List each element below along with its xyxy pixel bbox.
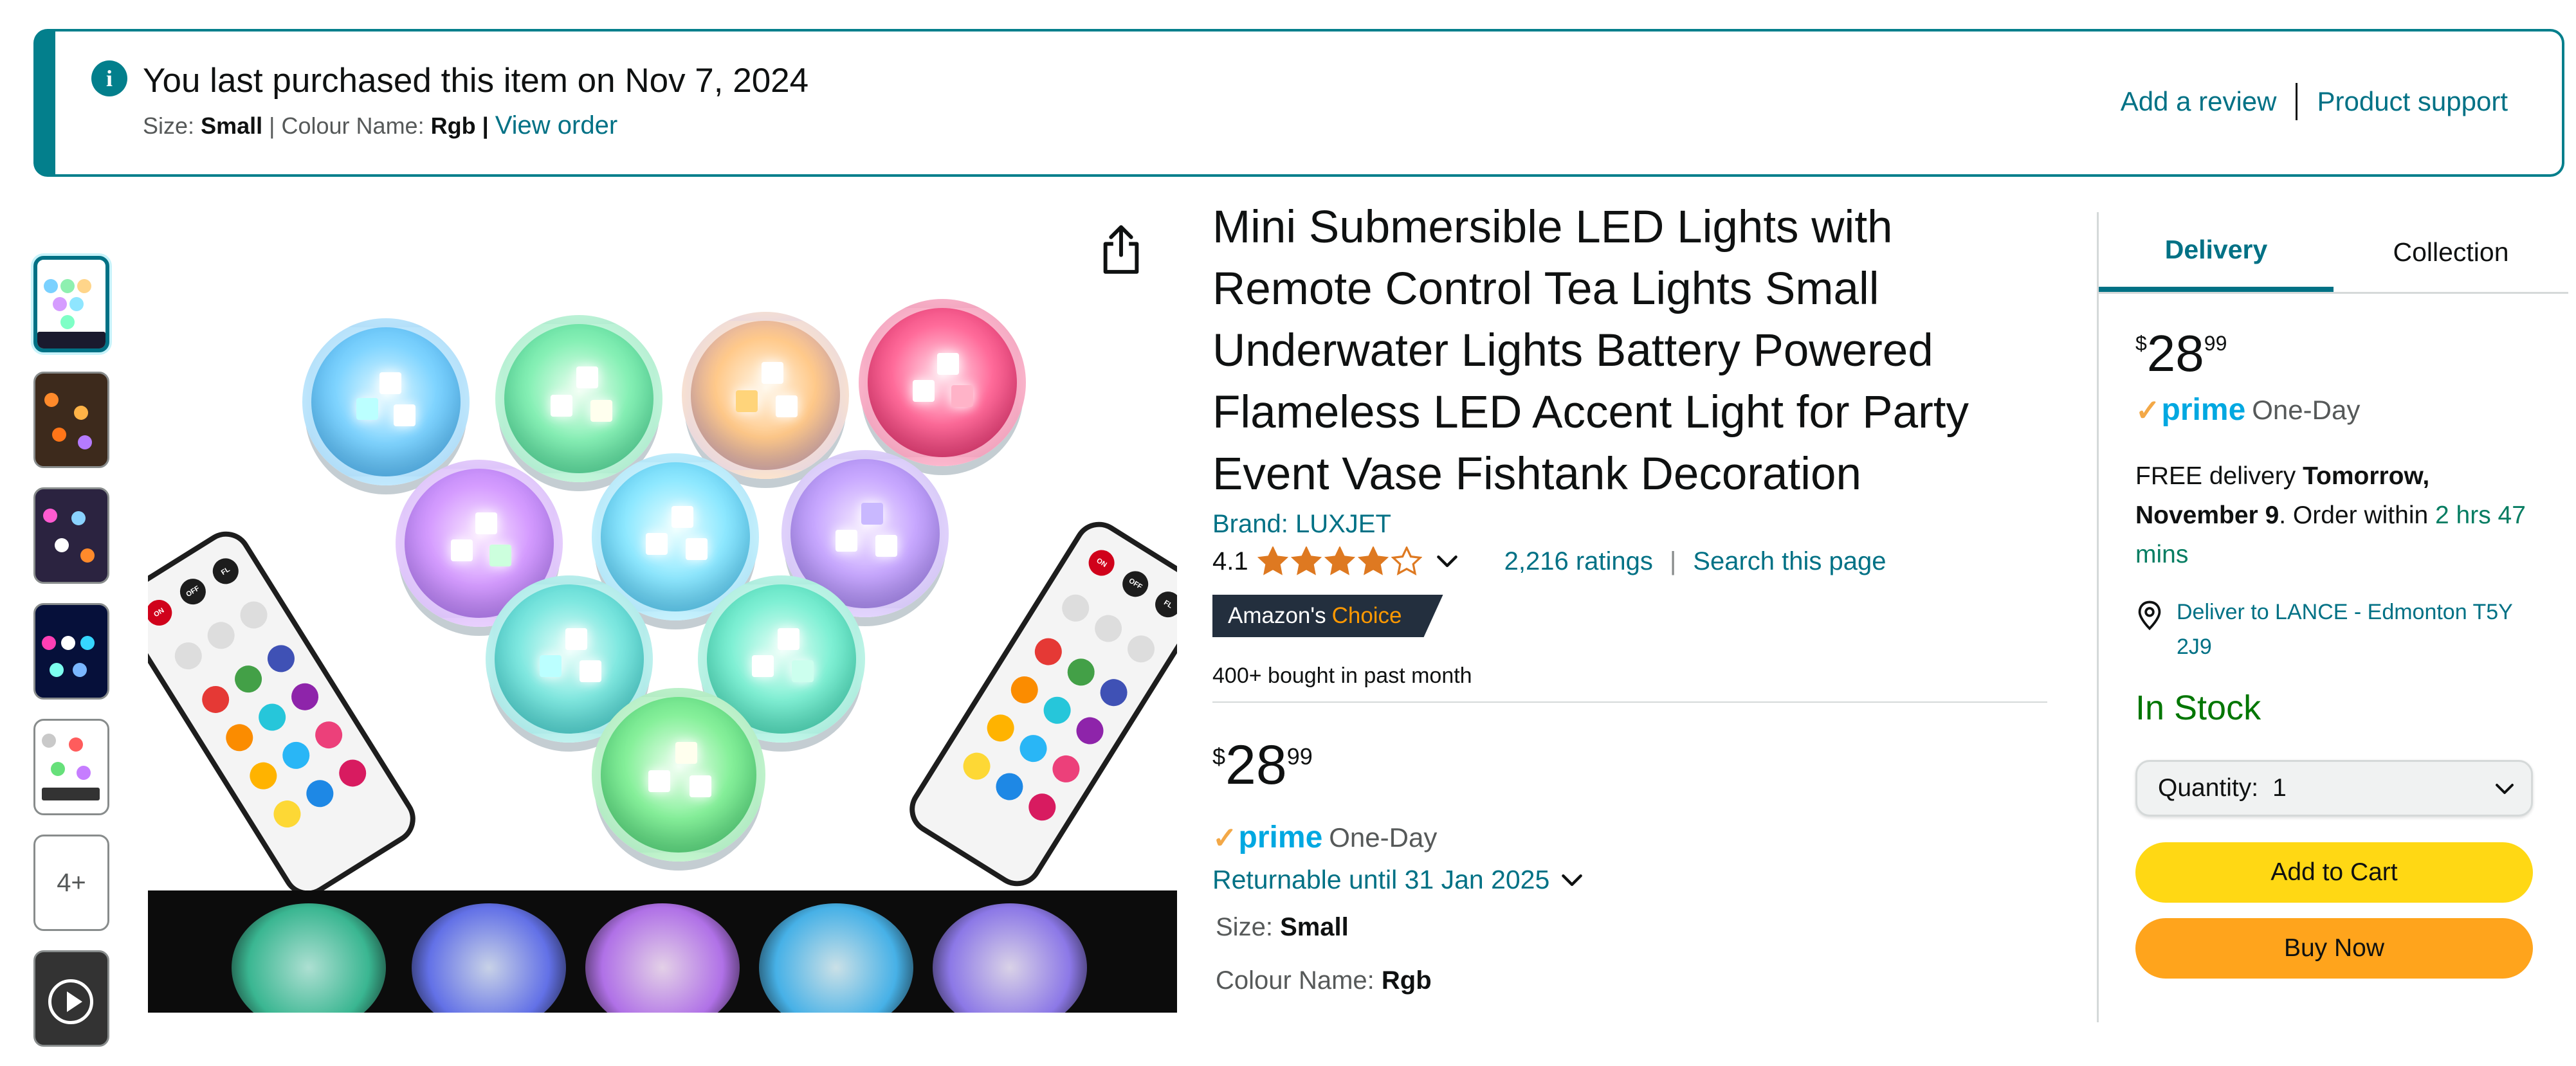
view-order-link[interactable]: View order xyxy=(495,111,617,140)
info-icon: i xyxy=(91,60,127,96)
star-empty-icon xyxy=(1391,547,1422,576)
image-thumbnails: 4+ xyxy=(33,256,120,1066)
delivery-message: FREE delivery Tomorrow, November 9. Orde… xyxy=(2135,456,2547,574)
thumbnail-4[interactable] xyxy=(33,603,109,700)
size-selector: Size: Small xyxy=(1216,913,1349,942)
size-value: Small xyxy=(201,113,263,139)
thumbnail-5[interactable] xyxy=(33,719,109,815)
add-to-cart-button[interactable]: Add to Cart xyxy=(2135,842,2533,903)
prime-check-icon: ✓ xyxy=(2135,393,2160,427)
prime-speed: One-Day xyxy=(1329,822,1438,853)
prime-label: prime xyxy=(1238,820,1323,854)
returnable-link[interactable]: Returnable until 31 Jan 2025 xyxy=(1212,865,1583,895)
buybox-price: $ 28 99 xyxy=(2135,323,2227,384)
prime-label: prime xyxy=(2161,393,2246,427)
star-full-icon xyxy=(1357,547,1389,575)
returnable-text: Returnable until 31 Jan 2025 xyxy=(1212,865,1550,894)
colour-label: Colour Name: xyxy=(281,113,425,139)
remote-control-image-right: ON OFF FL xyxy=(900,512,1177,896)
more-images-button[interactable]: 4+ xyxy=(33,835,109,931)
price-fraction: 99 xyxy=(1286,743,1313,770)
buy-now-button[interactable]: Buy Now xyxy=(2135,918,2533,979)
bought-past-month: 400+ bought in past month xyxy=(1212,664,1472,688)
prime-badge: ✓ prime One-Day xyxy=(1212,820,1437,855)
price-whole: 28 xyxy=(2146,325,2204,382)
share-icon[interactable] xyxy=(1099,224,1144,275)
brand-link[interactable]: Brand: LUXJET xyxy=(1212,510,1391,539)
purchase-details: Size: Small | Colour Name: Rgb | View or… xyxy=(143,111,617,140)
product-title: Mini Submersible LED Lights with Remote … xyxy=(1212,202,1969,500)
price-whole: 28 xyxy=(1225,734,1287,796)
size-label: Size: xyxy=(1216,913,1273,941)
buy-box: Delivery Collection $ 28 99 ✓ prime One-… xyxy=(2097,212,2568,1022)
chevron-down-icon[interactable] xyxy=(1436,554,1458,568)
star-full-icon xyxy=(1324,547,1355,575)
banner-actions: Add a review Product support xyxy=(2121,83,2508,120)
choice-word: Choice xyxy=(1331,603,1402,628)
section-divider xyxy=(1212,701,2047,703)
star-full-icon xyxy=(1290,547,1322,575)
product-price: $ 28 99 xyxy=(1212,733,1313,797)
rating-row: 4.1 2,216 ratings | Search this page xyxy=(1212,547,1886,576)
choice-prefix: Amazon's xyxy=(1228,603,1326,628)
location-pin-icon xyxy=(2138,601,2161,631)
thumbnail-1[interactable] xyxy=(33,256,109,352)
chevron-down-icon xyxy=(1562,874,1583,886)
prime-logo: ✓ prime xyxy=(2135,392,2245,428)
prime-badge: ✓ prime One-Day xyxy=(2135,392,2360,428)
separator: | xyxy=(482,113,489,139)
prime-logo: ✓ prime xyxy=(1212,820,1322,855)
colour-value: Rgb xyxy=(1381,966,1432,995)
rating-separator: | xyxy=(1669,547,1677,575)
stock-status: In Stock xyxy=(2135,689,2261,727)
action-divider xyxy=(2296,83,2298,120)
image-bottom-strip xyxy=(148,890,1177,1013)
colour-label: Colour Name: xyxy=(1216,966,1375,995)
tab-collection[interactable]: Collection xyxy=(2334,212,2568,292)
price-currency: $ xyxy=(2135,332,2147,355)
tab-delivery[interactable]: Delivery xyxy=(2099,212,2334,292)
star-rating[interactable] xyxy=(1257,547,1425,576)
colour-value: Rgb xyxy=(430,113,476,139)
prime-check-icon: ✓ xyxy=(1212,820,1238,854)
deliver-to-text: Deliver to LANCE - Edmonton T5Y 2J9 xyxy=(2177,600,2513,659)
video-thumbnail[interactable] xyxy=(33,950,109,1047)
thumbnail-2[interactable] xyxy=(33,372,109,468)
search-this-page-link[interactable]: Search this page xyxy=(1693,547,1886,576)
deliver-to-link[interactable]: Deliver to LANCE - Edmonton T5Y 2J9 xyxy=(2135,595,2547,664)
quantity-label: Quantity: xyxy=(2158,774,2259,802)
last-purchased-headline: You last purchased this item on Nov 7, 2… xyxy=(143,62,809,100)
colour-selector: Colour Name: Rgb xyxy=(1216,966,1432,995)
size-label: Size: xyxy=(143,113,195,139)
add-review-link[interactable]: Add a review xyxy=(2121,86,2277,117)
chevron-down-icon xyxy=(2496,784,2514,794)
separator: | xyxy=(269,113,275,139)
thumbnail-3[interactable] xyxy=(33,487,109,584)
price-fraction: 99 xyxy=(2204,332,2227,355)
purchase-history-banner: i You last purchased this item on Nov 7,… xyxy=(33,29,2564,177)
delivery-prefix: FREE delivery xyxy=(2135,462,2296,490)
price-currency: $ xyxy=(1212,743,1226,770)
rating-value: 4.1 xyxy=(1212,547,1248,575)
amazons-choice-badge: Amazon's Choice xyxy=(1212,595,1443,637)
ratings-count-link[interactable]: 2,216 ratings xyxy=(1504,547,1653,576)
product-support-link[interactable]: Product support xyxy=(2317,86,2508,117)
main-product-image[interactable]: ON OFF FL ON OFF FL xyxy=(148,212,1177,1013)
quantity-value: 1 xyxy=(2272,774,2287,802)
remote-control-image-left: ON OFF FL xyxy=(148,521,425,906)
prime-speed: One-Day xyxy=(2252,394,2361,425)
quantity-select[interactable]: Quantity: 1 xyxy=(2135,760,2533,817)
size-value: Small xyxy=(1280,913,1349,941)
star-full-icon xyxy=(1257,547,1288,575)
fulfilment-tabs: Delivery Collection xyxy=(2099,212,2568,294)
order-within: . Order within xyxy=(2279,501,2429,529)
play-icon xyxy=(48,979,93,1024)
